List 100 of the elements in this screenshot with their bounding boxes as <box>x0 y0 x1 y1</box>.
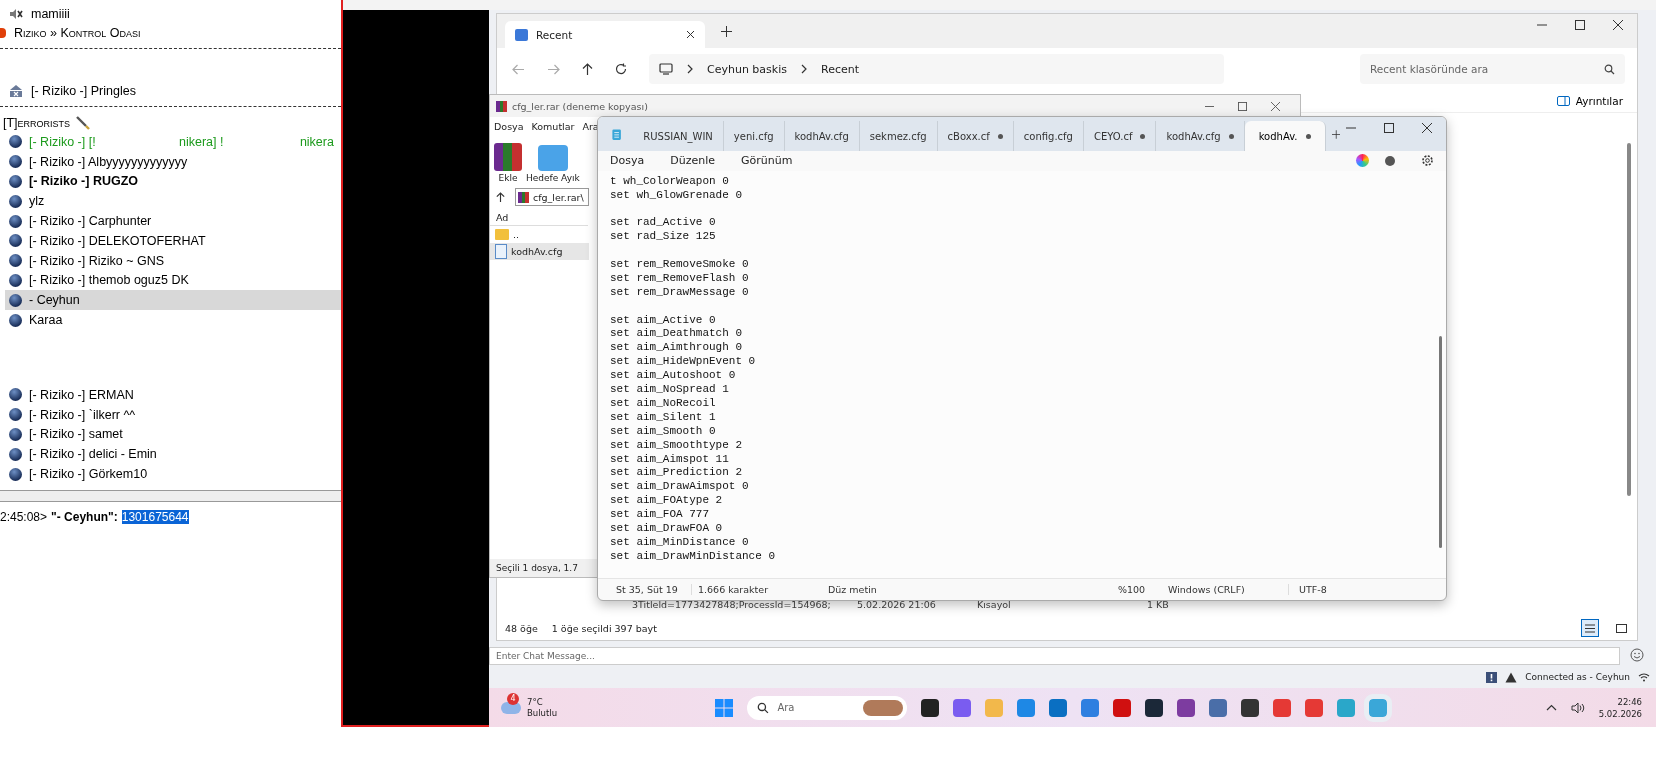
file-row[interactable]: .. <box>490 226 589 243</box>
wifi-icon <box>1638 672 1650 682</box>
player-row[interactable]: [- Riziko -] delici - Emin <box>0 444 341 465</box>
app-icon[interactable] <box>1145 698 1164 717</box>
file-tab[interactable]: kodhAv.cfg <box>1156 121 1245 151</box>
chevron-up-icon[interactable] <box>1545 704 1557 711</box>
type-cell-text: Kısayol <box>977 599 1012 610</box>
up-arrow-icon[interactable] <box>582 62 593 76</box>
start-icon[interactable] <box>715 698 734 717</box>
file-row[interactable]: kodhAv.cfg <box>490 243 589 260</box>
channel-label[interactable]: mamiiii <box>31 6 70 21</box>
player-row[interactable]: [- Riziko -] Riziko ~ GNS <box>0 250 341 271</box>
file-tab[interactable]: RUSSIAN_WIN <box>633 121 724 151</box>
new-tab-icon[interactable] <box>1331 128 1340 140</box>
player-row[interactable]: [- Riziko -] DELEKOTOFERHAT <box>0 231 341 251</box>
player-ball-icon <box>9 175 22 188</box>
message-text: 1301675644 <box>121 510 189 524</box>
player-row[interactable]: [- Riziko -] Görkem10 <box>0 464 341 484</box>
chat-input-field[interactable]: Enter Chat Message... <box>489 647 1620 665</box>
details-button[interactable]: Ayrıntılar <box>1556 90 1623 112</box>
details-pane-icon <box>1556 96 1570 106</box>
settings-icon[interactable] <box>1421 154 1434 168</box>
close-icon[interactable] <box>1422 123 1432 133</box>
menu-item[interactable]: Düzenle <box>670 154 715 168</box>
player-name: [- Riziko -] themob oguz5 DK <box>29 273 189 288</box>
player-row[interactable]: [- Riziko -] `ilkerr ^^ <box>0 404 341 425</box>
extract-button[interactable]: Hedefe Ayık <box>526 145 580 183</box>
scrollbar[interactable] <box>1439 335 1442 548</box>
player-ball-icon <box>9 135 22 149</box>
menu-item[interactable]: Dosya <box>610 154 645 168</box>
player-row[interactable]: [- Riziko -] ERMAN <box>0 384 341 405</box>
maximize-icon[interactable] <box>1575 20 1585 30</box>
taskbar-search-field[interactable]: Ara <box>747 695 908 720</box>
player-ball-icon <box>9 234 22 248</box>
player-row[interactable]: [- Riziko -] [! nikera] ! nikera <box>0 132 341 152</box>
close-icon[interactable] <box>1271 101 1280 111</box>
menu-item[interactable]: Görünüm <box>740 154 793 168</box>
player-name: [- Riziko -] Görkem10 <box>29 467 148 482</box>
status-text: 1 öğe seçildi 397 bayt <box>551 622 657 634</box>
account-icon[interactable] <box>1385 155 1395 166</box>
explorer-tab[interactable]: Recent <box>505 21 705 48</box>
speaker-icon[interactable] <box>1570 701 1585 714</box>
player-name: ylz <box>29 194 45 209</box>
file-name-cell-text: 3Titleld=1773427848;Processld=154968; <box>632 599 832 610</box>
player-row[interactable]: [- Riziko -] Albyyyyyyyyyyyyy <box>0 151 341 172</box>
refresh-icon[interactable] <box>615 63 627 75</box>
breadcrumb[interactable]: Recent <box>821 62 859 76</box>
player-ball-icon <box>9 427 22 441</box>
app-icon[interactable] <box>1241 698 1260 717</box>
warning-icon <box>1505 671 1518 683</box>
player-row[interactable]: [- Riziko -] samet <box>0 424 341 445</box>
player-row[interactable]: Karaa <box>0 310 341 330</box>
list-icon <box>1585 623 1595 633</box>
player-name: - Ceyhun <box>29 293 80 308</box>
connection-status: Connected as - Ceyhun <box>1525 672 1630 682</box>
smiley-icon[interactable] <box>1630 648 1644 662</box>
status-text: St 35, Süt 19 <box>616 583 679 595</box>
maximize-icon[interactable] <box>1384 123 1394 133</box>
search-icon <box>1604 63 1615 75</box>
maximize-icon[interactable] <box>1238 101 1247 111</box>
monitor-icon <box>659 63 673 75</box>
file-tab[interactable]: config.cfg <box>1013 121 1084 151</box>
breadcrumb[interactable]: Ceyhun baskis <box>707 62 787 76</box>
player-row[interactable]: [- Riziko -] themob oguz5 DK <box>0 270 341 291</box>
file-tab[interactable]: cBoxx.cf <box>937 121 1014 151</box>
clock[interactable]: 22:46 5.02.2026 <box>1598 695 1642 720</box>
app-icon[interactable] <box>921 698 940 717</box>
user-name[interactable]: [- Riziko -] Pringles <box>31 83 136 98</box>
player-row[interactable]: [- Riziko -] RUGZO <box>0 171 341 192</box>
up-arrow-icon[interactable] <box>496 191 505 203</box>
menu-item[interactable]: Dosya <box>494 120 524 132</box>
knife-icon <box>76 115 91 130</box>
file-tab[interactable]: kodhAv. <box>1244 121 1326 151</box>
close-icon[interactable] <box>1613 20 1623 30</box>
scrollbar[interactable] <box>1627 143 1631 496</box>
file-tab[interactable]: sekmez.cfg <box>859 121 938 151</box>
file-tab[interactable]: kodhAv.cfg <box>784 121 860 151</box>
copilot-icon[interactable] <box>1356 154 1369 168</box>
column-header[interactable]: Ad <box>490 209 588 226</box>
address-bar[interactable]: Ceyhun baskis Recent <box>649 54 1224 84</box>
player-row[interactable]: ylz <box>0 191 341 212</box>
search-field[interactable]: Recent klasöründe ara <box>1360 54 1625 84</box>
menu-item[interactable]: Komutlar <box>531 120 575 132</box>
player-row[interactable]: - Ceyhun <box>5 290 341 311</box>
player-ball-icon <box>9 293 22 307</box>
app-icon[interactable] <box>1177 698 1196 717</box>
date-cell-text: 5.02.2026 21:06 <box>857 599 937 610</box>
file-tab[interactable]: CEYO.cf <box>1083 121 1157 151</box>
new-tab-icon[interactable] <box>721 25 732 37</box>
player-ball-icon <box>9 194 22 208</box>
chevron-right-icon <box>687 64 693 74</box>
player-row[interactable]: [- Riziko -] Carphunter <box>0 211 341 231</box>
close-icon[interactable] <box>686 30 695 39</box>
spectator-icon <box>9 83 23 98</box>
channel-label[interactable]: Riziko » Kontrol Odasi <box>14 25 141 40</box>
message-author: "- Ceyhun": <box>51 510 118 524</box>
search-icon <box>757 701 770 714</box>
file-tab[interactable]: yeni.cfg <box>723 121 785 151</box>
list-view-button[interactable] <box>1581 619 1599 637</box>
path-field[interactable]: cfg_ler.rar\ <box>515 188 589 206</box>
